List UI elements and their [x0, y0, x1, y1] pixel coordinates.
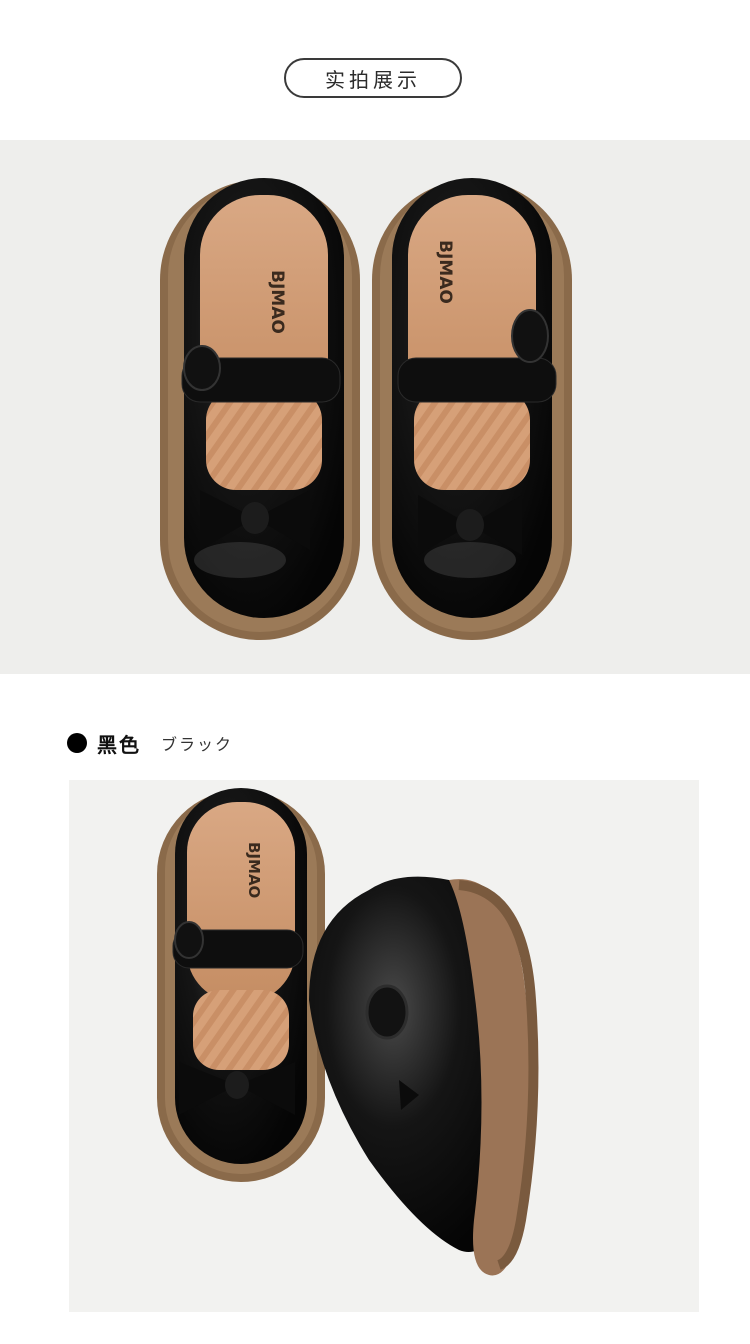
section-title: 实拍展示: [325, 67, 421, 92]
color-name-japanese: ブラック: [161, 735, 234, 754]
shoe-angle-illustration: BJMAO: [157, 788, 539, 1276]
product-photo-top: BJMAO BJMAO: [0, 140, 750, 674]
side-view-shoe: [309, 876, 539, 1276]
right-shoe: BJMAO: [372, 178, 572, 640]
color-option: 黑色 ブラック: [67, 728, 233, 758]
left-shoe: BJMAO: [160, 178, 360, 640]
color-name: 黑色: [97, 732, 141, 757]
section-title-pill: 实拍展示: [284, 58, 462, 98]
brand-mark-right: BJMAO: [435, 240, 455, 304]
shoe-pair-illustration: BJMAO BJMAO: [160, 178, 572, 640]
brand-mark-bottom: BJMAO: [245, 842, 263, 898]
brand-mark-left: BJMAO: [267, 270, 287, 334]
color-swatch: [67, 733, 87, 753]
product-photo-bottom: BJMAO: [69, 780, 699, 1312]
top-view-shoe: BJMAO: [157, 788, 325, 1182]
